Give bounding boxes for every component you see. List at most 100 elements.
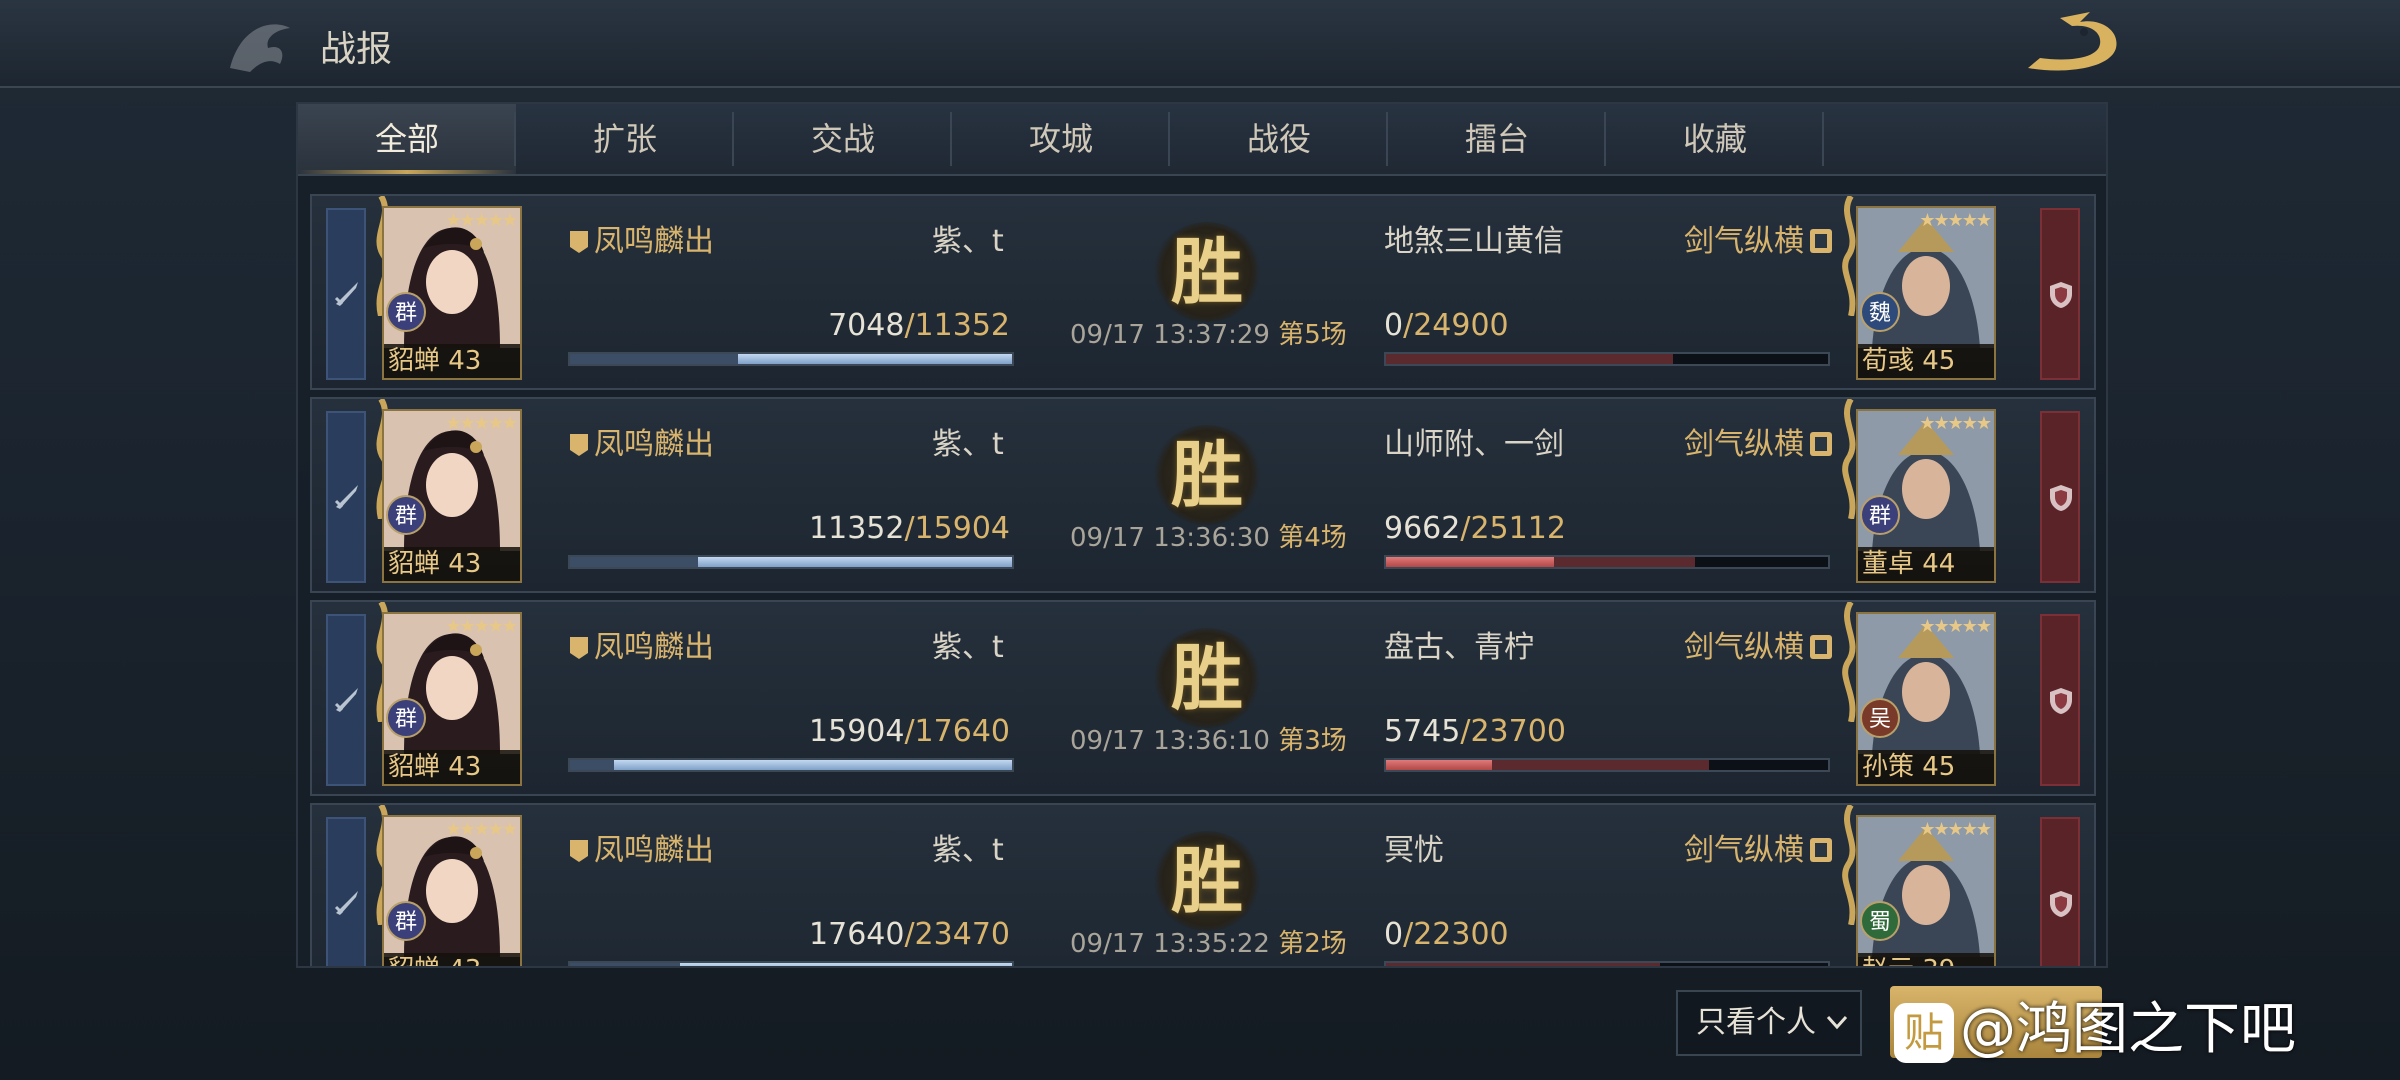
battle-time: 09/17 13:35:22 第2场 [1070, 929, 1347, 959]
defender-troop-bar [1384, 352, 1830, 366]
attacker-player-name: 紫、t [932, 833, 1004, 868]
dragon-emblem-icon [230, 24, 290, 72]
victory-badge: 胜 [1152, 222, 1262, 322]
tab-expand[interactable]: 扩张 [516, 104, 734, 174]
defender-guild: 剑气纵横 [1684, 825, 1834, 869]
shield-icon [2050, 282, 2072, 308]
attacker-hero-card[interactable]: ★★★★★ 群 貂蝉 43 [382, 815, 522, 966]
tab-campaign[interactable]: 战役 [1170, 104, 1388, 174]
faction-badge: 蜀 [1860, 901, 1900, 941]
attacker-side-marker [326, 208, 366, 380]
star-rating: ★★★★★ [1919, 616, 1992, 637]
victory-badge: 胜 [1152, 628, 1262, 728]
tab-siege[interactable]: 攻城 [952, 104, 1170, 174]
defender-troop-bar [1384, 758, 1830, 772]
guild-emblem-icon [1810, 635, 1832, 659]
faction-badge: 群 [386, 698, 426, 738]
star-rating: ★★★★★ [1919, 210, 1992, 231]
hero-name-level: 貂蝉 43 [384, 344, 520, 378]
battle-report-panel: 全部 扩张 交战 攻城 战役 擂台 收藏 ★★★★★ 群 貂蝉 43 凤鸣麟出 … [296, 102, 2108, 968]
attacker-side-marker [326, 411, 366, 583]
attacker-troops: 7048/11352 [828, 308, 1010, 343]
attacker-player-name: 紫、t [932, 630, 1004, 665]
personal-filter-dropdown[interactable]: 只看个人 [1676, 990, 1862, 1056]
attacker-guild: 凤鸣麟出 [568, 622, 714, 666]
attacker-hero-card[interactable]: ★★★★★ 群 貂蝉 43 [382, 206, 522, 380]
sword-icon [334, 891, 358, 915]
defender-troops: 5745/23700 [1384, 714, 1566, 749]
guild-emblem-icon [1810, 432, 1832, 456]
tab-combat[interactable]: 交战 [734, 104, 952, 174]
shield-icon [2050, 891, 2072, 917]
guild-flag-icon [570, 231, 588, 253]
defender-hero-card[interactable]: ★★★★★ 蜀 赵云 39 [1856, 815, 1996, 966]
defender-guild: 剑气纵横 [1684, 216, 1834, 260]
tab-favorites[interactable]: 收藏 [1606, 104, 1824, 174]
defender-troops: 0/24900 [1384, 308, 1509, 343]
star-rating: ★★★★★ [445, 413, 518, 434]
tab-all[interactable]: 全部 [298, 104, 516, 174]
defender-side-marker [2040, 208, 2080, 380]
sword-icon [334, 282, 358, 306]
faction-badge: 群 [1860, 495, 1900, 535]
back-dragon-icon[interactable] [2020, 8, 2130, 80]
guild-flag-icon [570, 637, 588, 659]
chevron-down-icon [1826, 1015, 1848, 1030]
guild-flag-icon [570, 840, 588, 862]
faction-badge: 群 [386, 292, 426, 332]
attacker-player-name: 紫、t [932, 427, 1004, 462]
attacker-troops: 15904/17640 [809, 714, 1010, 749]
report-row[interactable]: ★★★★★ 群 貂蝉 43 凤鸣麟出 紫、t 17640/23470 胜 09/… [310, 803, 2096, 966]
attacker-guild: 凤鸣麟出 [568, 825, 714, 869]
star-rating: ★★★★★ [1919, 413, 1992, 434]
attacker-troop-bar [568, 961, 1014, 966]
attacker-player-name: 紫、t [932, 224, 1004, 259]
sword-icon [334, 485, 358, 509]
defender-troop-bar [1384, 961, 1830, 966]
report-row[interactable]: ★★★★★ 群 貂蝉 43 凤鸣麟出 紫、t 7048/11352 胜 09/1… [310, 194, 2096, 390]
defender-troop-bar [1384, 555, 1830, 569]
tieba-logo-icon: 贴 [1894, 1002, 1954, 1063]
faction-badge: 群 [386, 495, 426, 535]
hero-name-level: 荀彧 45 [1858, 344, 1994, 378]
shield-icon [2050, 485, 2072, 511]
victory-badge: 胜 [1152, 425, 1262, 525]
attacker-hero-card[interactable]: ★★★★★ 群 貂蝉 43 [382, 612, 522, 786]
victory-badge: 胜 [1152, 831, 1262, 931]
hero-name-level: 貂蝉 43 [384, 547, 520, 581]
report-row[interactable]: ★★★★★ 群 貂蝉 43 凤鸣麟出 紫、t 15904/17640 胜 09/… [310, 600, 2096, 796]
report-row[interactable]: ★★★★★ 群 貂蝉 43 凤鸣麟出 紫、t 11352/15904 胜 09/… [310, 397, 2096, 593]
attacker-hero-card[interactable]: ★★★★★ 群 貂蝉 43 [382, 409, 522, 583]
faction-badge: 魏 [1860, 292, 1900, 332]
attacker-troop-bar [568, 758, 1014, 772]
star-rating: ★★★★★ [1919, 819, 1992, 840]
star-rating: ★★★★★ [445, 616, 518, 637]
attacker-side-marker [326, 817, 366, 966]
attacker-troops: 11352/15904 [809, 511, 1010, 546]
defender-player-name: 冥忧 [1384, 833, 1444, 868]
top-bar: 战报 [0, 0, 2400, 88]
tab-arena[interactable]: 擂台 [1388, 104, 1606, 174]
hero-name-level: 孙策 45 [1858, 750, 1994, 784]
defender-troops: 9662/25112 [1384, 511, 1566, 546]
defender-hero-card[interactable]: ★★★★★ 吴 孙策 45 [1856, 612, 1996, 786]
battle-time: 09/17 13:36:10 第3场 [1070, 726, 1347, 756]
tab-bar: 全部 扩张 交战 攻城 战役 擂台 收藏 [298, 104, 2106, 176]
defender-side-marker [2040, 817, 2080, 966]
page-title: 战报 [320, 29, 393, 70]
guild-emblem-icon [1810, 229, 1832, 253]
defender-hero-card[interactable]: ★★★★★ 魏 荀彧 45 [1856, 206, 1996, 380]
defender-hero-card[interactable]: ★★★★★ 群 董卓 44 [1856, 409, 1996, 583]
attacker-side-marker [326, 614, 366, 786]
defender-side-marker [2040, 614, 2080, 786]
defender-guild: 剑气纵横 [1684, 622, 1834, 666]
watermark: 贴 @鸿图之下吧 [1894, 984, 2296, 1065]
attacker-troop-bar [568, 352, 1014, 366]
shield-icon [2050, 688, 2072, 714]
hero-name-level: 貂蝉 43 [384, 750, 520, 784]
defender-player-name: 盘古、青柠 [1384, 630, 1534, 665]
defender-side-marker [2040, 411, 2080, 583]
hero-name-level: 貂蝉 43 [384, 953, 520, 966]
defender-player-name: 地煞三山黄信 [1384, 224, 1564, 259]
defender-player-name: 山师附、一剑 [1384, 427, 1564, 462]
